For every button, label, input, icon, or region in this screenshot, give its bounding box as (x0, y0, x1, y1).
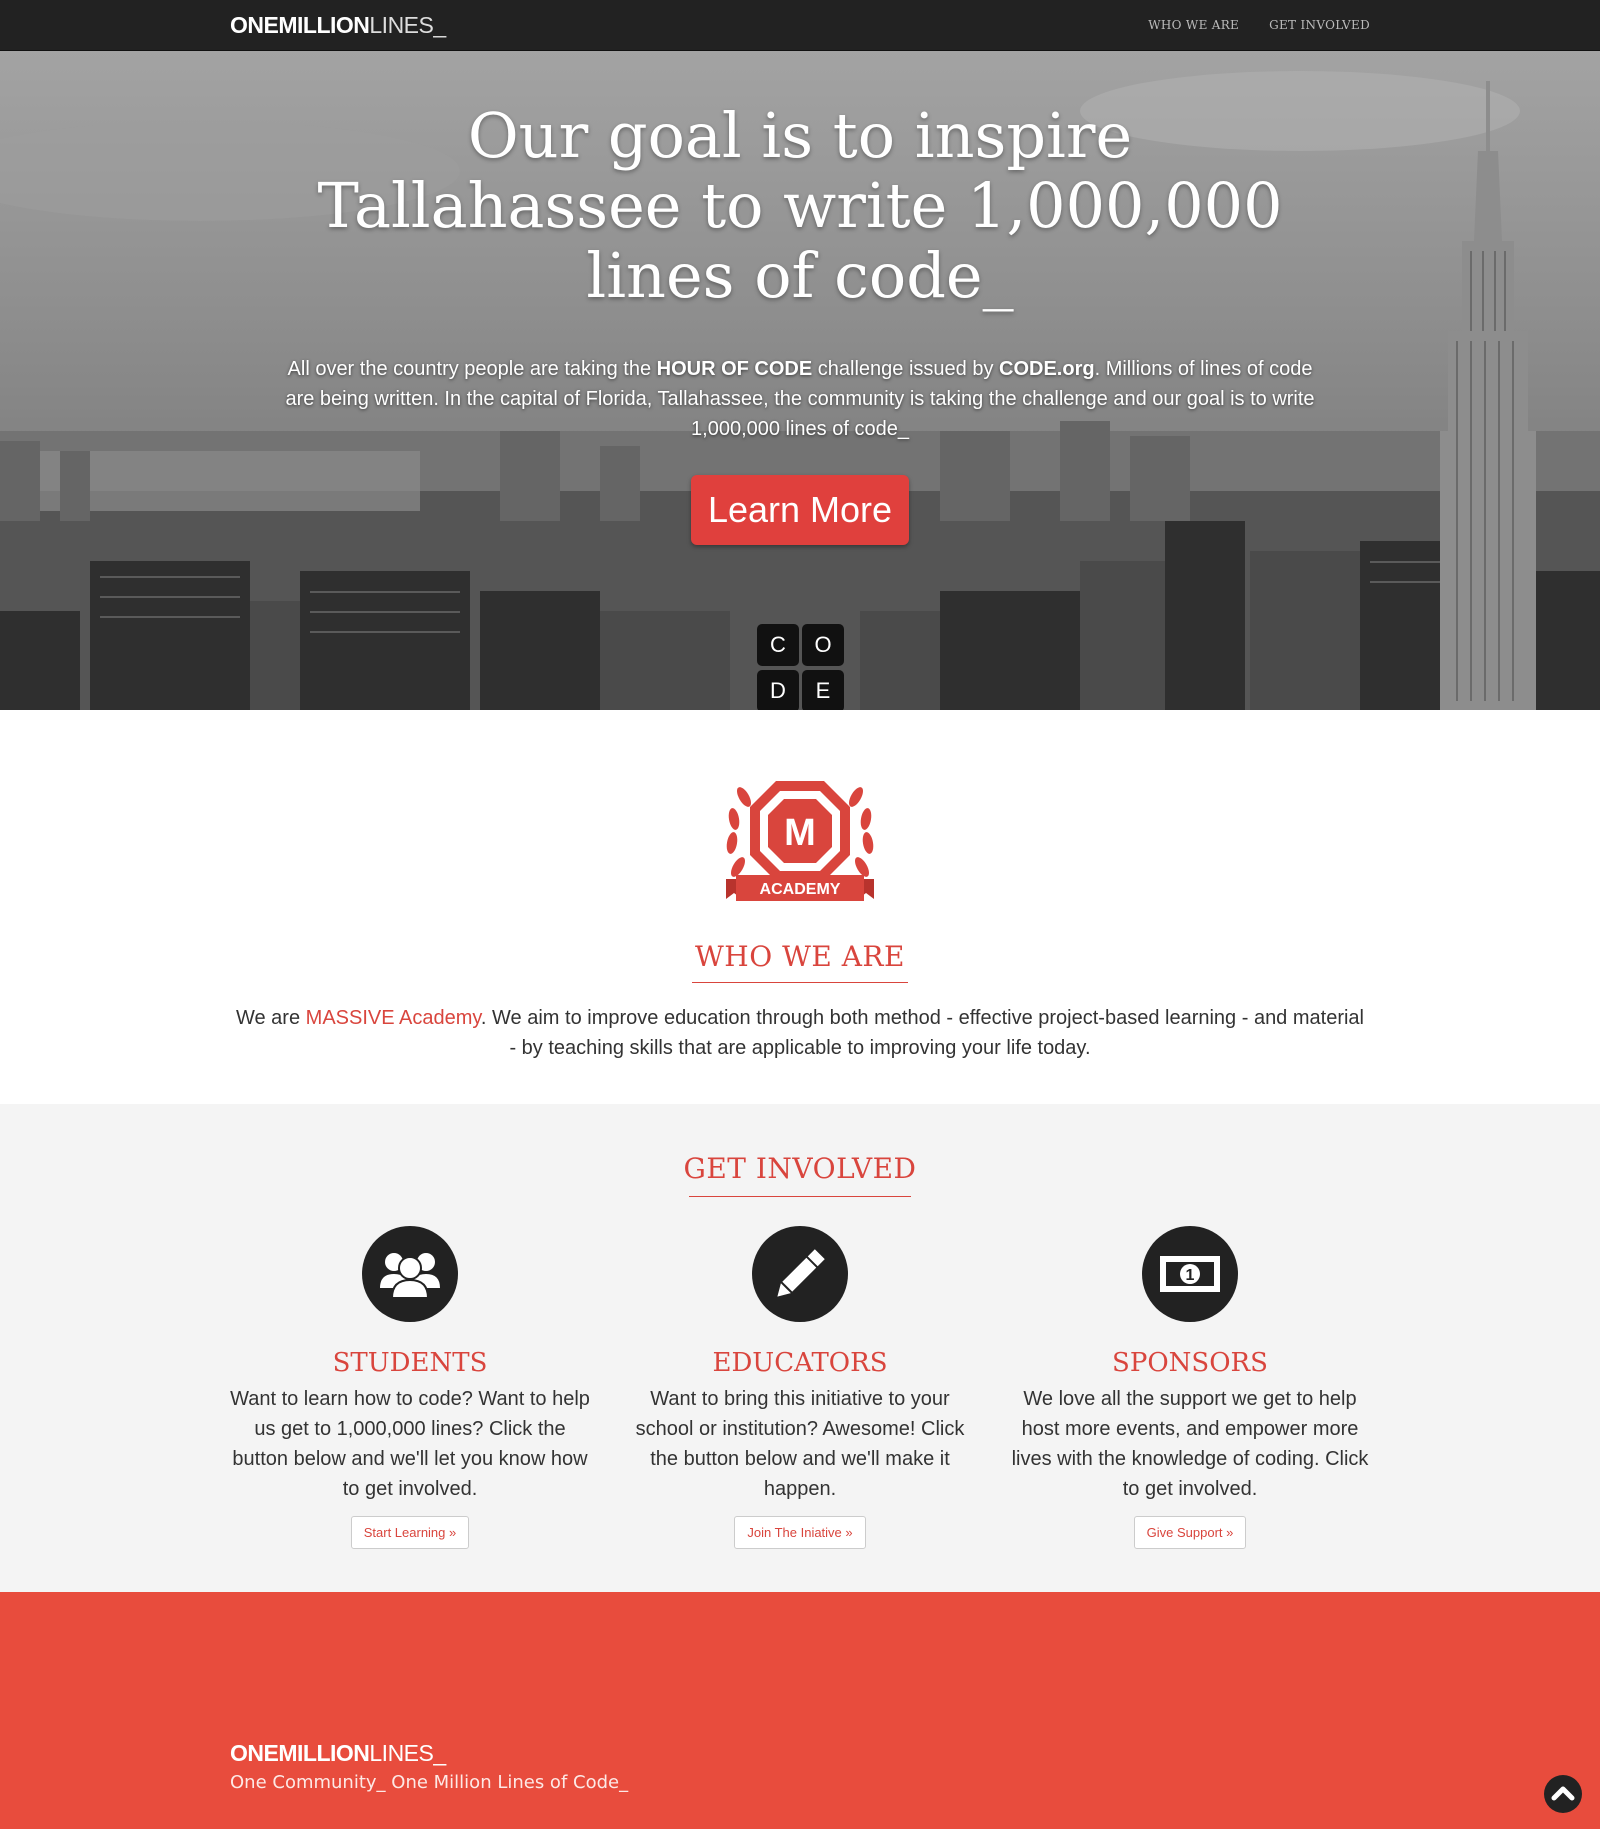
who-we-are-text: We are MASSIVE Academy. We aim to improv… (235, 1007, 1364, 1059)
sponsors-text: We love all the support we get to help h… (1011, 1388, 1369, 1500)
badge-letter: M (784, 812, 816, 854)
get-involved-title: GET INVOLVED (683, 1152, 917, 1185)
massive-academy-badge: M ACADEMY (726, 781, 874, 901)
get-involved-underline (689, 1196, 911, 1197)
code-org-text: CODE.org (999, 358, 1095, 380)
hour-of-code-text: HOUR OF CODE (656, 358, 813, 380)
nav-links: WHO WE ARE GET INVOLVED (1148, 18, 1370, 32)
code-org-logo[interactable]: C O D E (757, 624, 845, 710)
footer-brand-thin: LINES_ (369, 1740, 446, 1766)
code-letter-d: D (757, 670, 799, 710)
get-involved-section: GET INVOLVED STUDENTS Want to learn how … (0, 1104, 1600, 1592)
brand-logo[interactable]: ONEMILLIONLINES_ (230, 12, 446, 39)
code-letter-o: O (802, 624, 844, 666)
give-support-button[interactable]: Give Support » (1133, 1516, 1247, 1549)
brand-thin: LINES_ (369, 12, 446, 38)
hero-title: Our goal is to inspire Tallahassee to wr… (317, 99, 1283, 312)
chevron-up-icon (1551, 1786, 1575, 1801)
massive-academy-link[interactable]: MASSIVE Academy (306, 1007, 481, 1029)
students-column: STUDENTS Want to learn how to code? Want… (230, 1226, 590, 1549)
hero-description: All over the country people are taking t… (285, 358, 1315, 440)
footer: ONEMILLIONLINES_ One Community_ One Mill… (0, 1592, 1600, 1829)
educators-title: EDUCATORS (712, 1348, 888, 1378)
footer-tagline: One Community_ One Million Lines of Code… (230, 1772, 629, 1793)
sponsors-column: 1 SPONSORS We love all the support we ge… (1010, 1226, 1370, 1549)
sponsors-title: SPONSORS (1112, 1348, 1268, 1378)
badge-ribbon-text: ACADEMY (760, 881, 841, 898)
learn-more-button[interactable]: Learn More (691, 475, 909, 545)
educators-text: Want to bring this initiative to your sc… (635, 1388, 965, 1500)
educators-column: EDUCATORS Want to bring this initiative … (620, 1226, 980, 1549)
join-initiative-button[interactable]: Join The Iniative » (734, 1516, 866, 1549)
hero-section: Our goal is to inspire Tallahassee to wr… (0, 51, 1600, 710)
users-icon (362, 1226, 458, 1322)
who-we-are-title: WHO WE ARE (695, 940, 905, 973)
start-learning-button[interactable]: Start Learning » (350, 1516, 470, 1549)
navbar: ONEMILLIONLINES_ WHO WE ARE GET INVOLVED (0, 0, 1600, 51)
code-letter-c: C (757, 624, 799, 666)
footer-brand-logo[interactable]: ONEMILLIONLINES_ (230, 1740, 446, 1767)
nav-link-who-we-are[interactable]: WHO WE ARE (1148, 18, 1239, 32)
pencil-icon (752, 1226, 848, 1322)
footer-brand-bold: ONEMILLION (230, 1740, 370, 1766)
students-title: STUDENTS (332, 1348, 488, 1378)
who-we-are-section: M ACADEMY WHO WE ARE We are MASSIVE Acad… (0, 710, 1600, 1104)
who-we-are-underline (692, 982, 908, 983)
money-icon: 1 (1142, 1226, 1238, 1322)
nav-link-get-involved[interactable]: GET INVOLVED (1269, 18, 1370, 32)
brand-bold: ONEMILLION (230, 12, 370, 38)
code-letter-e: E (802, 670, 844, 710)
scroll-to-top-button[interactable] (1544, 1775, 1582, 1813)
money-digit: 1 (1186, 1267, 1195, 1284)
students-text: Want to learn how to code? Want to help … (230, 1388, 590, 1500)
